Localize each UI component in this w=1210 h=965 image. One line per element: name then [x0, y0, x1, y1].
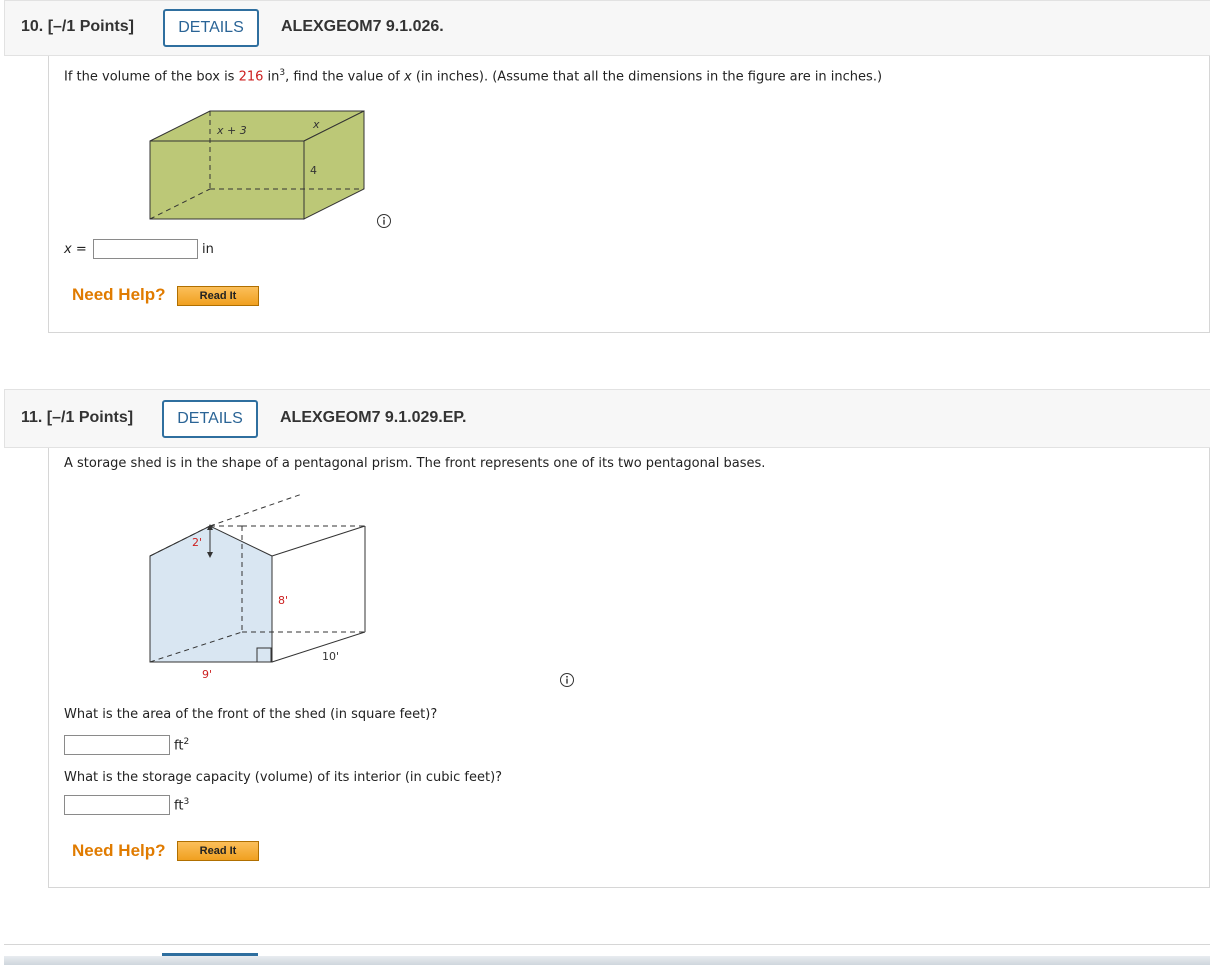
question-10-details-button[interactable]: DETAILS	[163, 9, 259, 47]
question-10-number: 10. [–/1 Points]	[21, 18, 134, 35]
question-11-body: A storage shed is in the shape of a pent…	[48, 448, 1210, 888]
shed-label-width: 9'	[202, 668, 212, 681]
read-it-button[interactable]: Read It	[177, 841, 259, 861]
need-help-label: Need Help?	[72, 841, 166, 860]
question-10-code: ALEXGEOM7 9.1.026.	[281, 18, 444, 35]
box-figure: x + 3 x 4	[149, 110, 365, 220]
question-11-prompt: A storage shed is in the shape of a pent…	[64, 456, 766, 471]
need-help-label: Need Help?	[72, 285, 166, 304]
question-11-number: 11. [–/1 Points]	[21, 409, 134, 426]
x-answer-label: x =	[64, 242, 87, 257]
question-10-body: If the volume of the box is 216 in3, fin…	[48, 56, 1210, 333]
volume-value: 216	[238, 69, 264, 85]
question-volume-text: What is the storage capacity (volume) of…	[64, 770, 503, 785]
area-answer-unit: ft2	[174, 737, 190, 754]
shed-label-depth: 10'	[322, 650, 339, 663]
box-label-height: 4	[310, 164, 317, 177]
question-10-header: 10. [–/1 Points] DETAILS ALEXGEOM7 9.1.0…	[4, 0, 1210, 56]
shed-label-roof: 2'	[192, 536, 202, 549]
question-11-details-button[interactable]: DETAILS	[162, 400, 258, 438]
question-11-header: 11. [–/1 Points] DETAILS ALEXGEOM7 9.1.0…	[4, 389, 1210, 448]
question-area-text: What is the area of the front of the she…	[64, 707, 438, 722]
volume-answer-input[interactable]	[64, 795, 170, 815]
area-answer-input[interactable]	[64, 735, 170, 755]
question-11-code: ALEXGEOM7 9.1.029.EP.	[280, 409, 467, 426]
box-label-depth: x	[312, 118, 320, 131]
shed-figure: 2' 8' 9' 10'	[149, 493, 366, 681]
next-question-header-edge	[4, 944, 1210, 965]
info-icon[interactable]	[559, 672, 575, 688]
x-answer-unit: in	[202, 242, 214, 257]
box-label-width: x + 3	[216, 124, 247, 137]
shed-label-height: 8'	[278, 594, 288, 607]
question-10-prompt: If the volume of the box is 216 in3, fin…	[64, 68, 883, 85]
box-front-face	[149, 140, 305, 220]
x-answer-input[interactable]	[93, 239, 198, 259]
read-it-button[interactable]: Read It	[177, 286, 259, 306]
info-icon[interactable]	[376, 213, 392, 229]
volume-answer-unit: ft3	[174, 797, 190, 814]
